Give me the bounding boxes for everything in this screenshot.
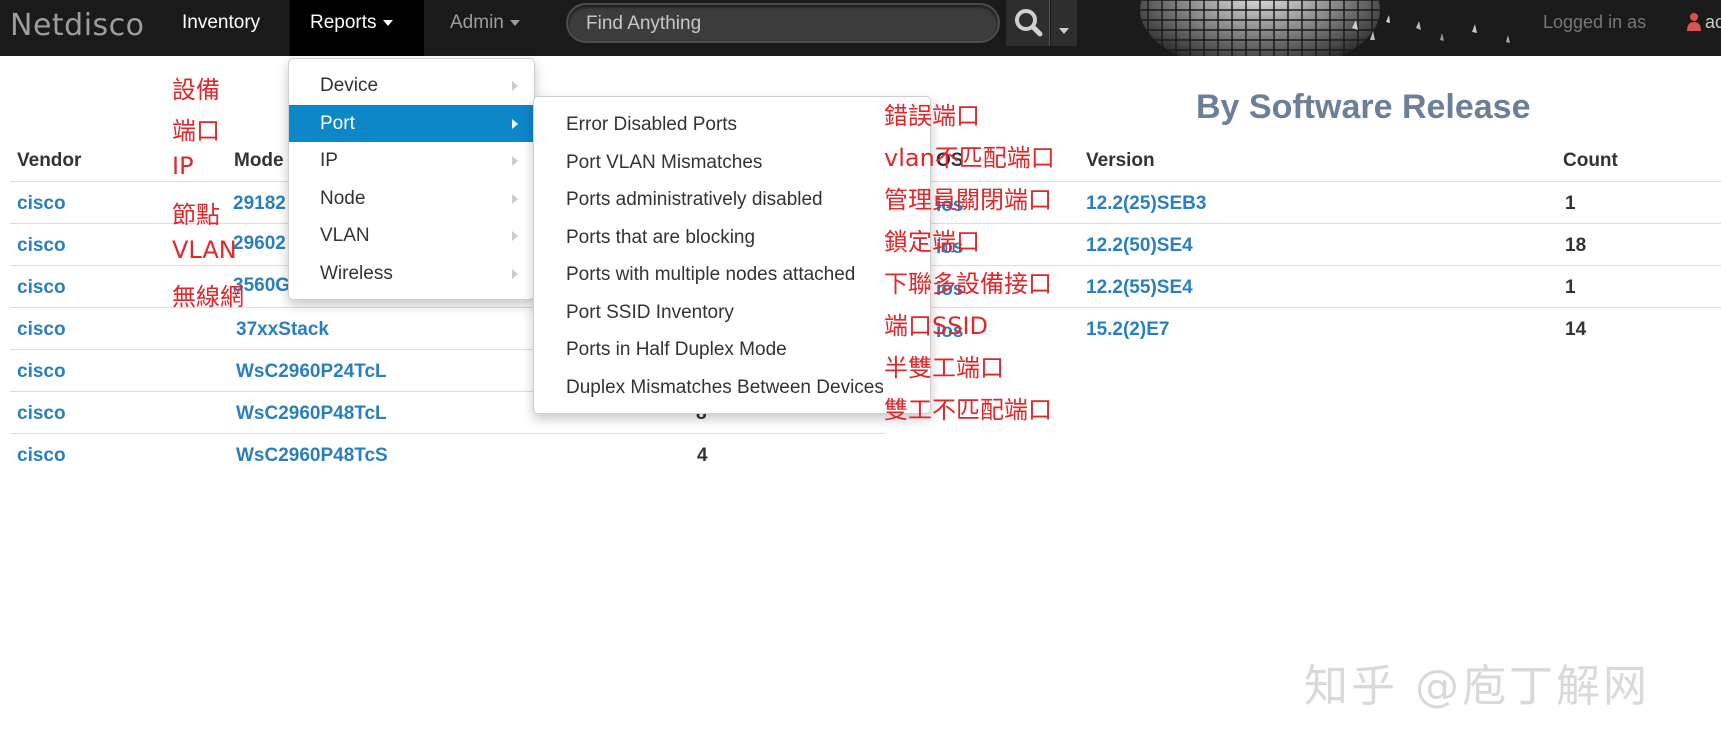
model-link[interactable]: 29602 bbox=[233, 233, 286, 255]
menu-item-ip[interactable]: IP bbox=[289, 142, 534, 180]
nav-inventory[interactable]: Inventory bbox=[162, 0, 280, 56]
model-header: Mode bbox=[234, 150, 284, 171]
version-link[interactable]: 15.2(2)E7 bbox=[1086, 319, 1169, 341]
annotation-port: 端口 bbox=[172, 117, 220, 145]
vendor-link[interactable]: cisco bbox=[17, 445, 66, 467]
menu-item-label: VLAN bbox=[320, 225, 370, 246]
model-link[interactable]: WsC2960P24TcL bbox=[236, 361, 387, 383]
row-divider bbox=[930, 223, 1721, 224]
menu-item-wireless[interactable]: Wireless bbox=[289, 255, 534, 293]
version-link[interactable]: 12.2(55)SE4 bbox=[1086, 277, 1193, 299]
user-name[interactable]: ac bbox=[1705, 12, 1721, 33]
row-divider bbox=[930, 307, 1721, 308]
annotation-vlan: VLAN bbox=[172, 236, 237, 264]
annotation-wireless: 無線網 bbox=[172, 283, 244, 311]
menu-item-label: Device bbox=[320, 75, 379, 96]
menu-item-label: Wireless bbox=[320, 262, 393, 284]
version-link[interactable]: 12.2(25)SEB3 bbox=[1086, 193, 1206, 215]
chevron-right-icon bbox=[512, 268, 518, 279]
model-link[interactable]: 29182 bbox=[233, 193, 286, 215]
vendor-link[interactable]: cisco bbox=[17, 193, 66, 215]
submenu-ports-multiple-nodes[interactable]: Ports with multiple nodes attached bbox=[534, 256, 930, 294]
caret-down-icon bbox=[382, 19, 393, 26]
chevron-right-icon bbox=[512, 193, 518, 204]
search-options-button[interactable] bbox=[1051, 0, 1077, 46]
submenu-port-ssid-inventory[interactable]: Port SSID Inventory bbox=[534, 294, 930, 332]
nav-reports[interactable]: Reports bbox=[290, 0, 424, 56]
submenu-ports-admin-disabled[interactable]: Ports administratively disabled bbox=[534, 181, 930, 219]
submenu-port-vlan-mismatches[interactable]: Port VLAN Mismatches bbox=[534, 144, 930, 182]
nav-reports-label: Reports bbox=[310, 12, 377, 33]
menu-item-node[interactable]: Node bbox=[289, 180, 534, 218]
annotation-multiple-nodes: 下聯多設備接口 bbox=[884, 270, 1052, 298]
model-link[interactable]: 37xxStack bbox=[236, 319, 329, 341]
disco-ball-icon bbox=[1140, 0, 1390, 56]
watermark: 知乎 @庖丁解网 bbox=[1304, 661, 1650, 712]
sparkle-decoration bbox=[1416, 21, 1510, 43]
chevron-right-icon bbox=[512, 156, 518, 166]
release-section-title: By Software Release bbox=[1196, 88, 1531, 126]
release-count: 1 bbox=[1565, 277, 1576, 298]
annotation-ip: IP bbox=[172, 152, 194, 180]
vendor-link[interactable]: cisco bbox=[17, 361, 66, 383]
chevron-right-icon bbox=[512, 231, 518, 241]
annotation-duplex-mismatch: 雙工不匹配端口 bbox=[884, 396, 1052, 424]
menu-item-label: IP bbox=[320, 150, 338, 171]
annotation-ssid: 端口SSID bbox=[884, 312, 989, 340]
port-submenu: Error Disabled Ports Port VLAN Mismatche… bbox=[533, 96, 931, 414]
caret-down-icon bbox=[1059, 28, 1069, 34]
logged-in-label: Logged in as bbox=[1543, 12, 1647, 32]
release-count: 1 bbox=[1565, 193, 1576, 214]
user-icon bbox=[1687, 13, 1701, 31]
row-divider bbox=[10, 433, 885, 434]
reports-dropdown-menu: Device Port IP Node VLAN Wireless bbox=[288, 58, 535, 300]
chevron-right-icon bbox=[512, 81, 518, 91]
search-icon bbox=[1015, 9, 1043, 37]
model-link[interactable]: WsC2960P48TcS bbox=[236, 445, 388, 467]
brand-logo[interactable]: Netdisco bbox=[10, 8, 145, 43]
annotation-admin-disabled: 管理員關閉端口 bbox=[884, 186, 1052, 214]
caret-down-icon bbox=[509, 19, 520, 26]
nav-admin[interactable]: Admin bbox=[430, 0, 540, 56]
submenu-duplex-mismatches[interactable]: Duplex Mismatches Between Devices bbox=[534, 369, 930, 407]
submenu-error-disabled-ports[interactable]: Error Disabled Ports bbox=[534, 106, 930, 144]
chevron-right-icon bbox=[512, 118, 518, 129]
search-button[interactable] bbox=[1006, 0, 1050, 46]
annotation-vlan-mismatch: vlan不匹配端口 bbox=[884, 144, 1055, 172]
menu-item-device[interactable]: Device bbox=[289, 67, 534, 105]
navbar: Netdisco Inventory Reports Admin Find An… bbox=[0, 0, 1721, 56]
annotation-blocking: 鎖定端口 bbox=[884, 228, 980, 256]
nav-admin-label: Admin bbox=[450, 12, 504, 33]
annotation-device: 設備 bbox=[172, 76, 220, 104]
menu-item-port[interactable]: Port bbox=[289, 104, 534, 142]
annotation-error-disabled: 錯誤端口 bbox=[884, 102, 980, 130]
submenu-ports-half-duplex[interactable]: Ports in Half Duplex Mode bbox=[534, 331, 930, 369]
search-box bbox=[566, 3, 1000, 43]
menu-item-vlan[interactable]: VLAN bbox=[289, 217, 534, 255]
model-link[interactable]: WsC2960P48TcL bbox=[236, 403, 387, 425]
vendor-link[interactable]: cisco bbox=[17, 319, 66, 341]
menu-item-label: Port bbox=[320, 112, 355, 134]
release-count: 14 bbox=[1565, 319, 1587, 340]
release-count: 18 bbox=[1565, 235, 1587, 256]
vendor-link[interactable]: cisco bbox=[17, 277, 66, 299]
annotation-half-duplex: 半雙工端口 bbox=[884, 354, 1004, 382]
search-input[interactable] bbox=[586, 12, 976, 36]
submenu-ports-blocking[interactable]: Ports that are blocking bbox=[534, 219, 930, 257]
model-count: 4 bbox=[697, 445, 708, 466]
vendor-header: Vendor bbox=[17, 150, 82, 171]
count-header: Count bbox=[1563, 150, 1618, 171]
version-link[interactable]: 12.2(50)SE4 bbox=[1086, 235, 1193, 257]
vendor-link[interactable]: cisco bbox=[17, 403, 66, 425]
menu-item-label: Node bbox=[320, 187, 366, 209]
version-header: Version bbox=[1086, 150, 1155, 171]
vendor-link[interactable]: cisco bbox=[17, 235, 66, 257]
annotation-node: 節點 bbox=[172, 201, 220, 229]
